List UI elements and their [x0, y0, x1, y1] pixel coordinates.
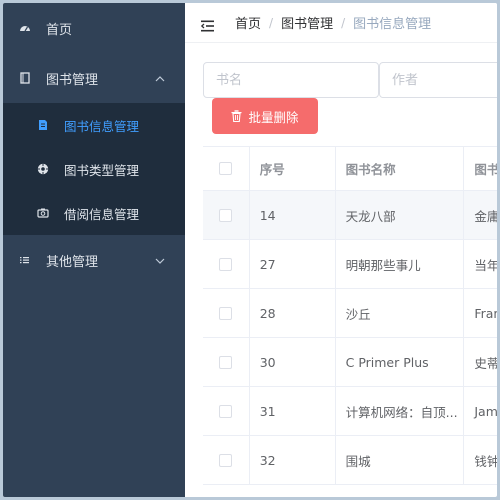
sidebar-item-label: 图书管理: [46, 72, 99, 88]
row-checkbox[interactable]: [219, 404, 233, 418]
sidebar-item-label: 其他管理: [46, 254, 99, 270]
app-window: 首页 图书管理 图书信息管理 图书类型管理 借阅信息管理 其他管理 首页 / 图…: [3, 3, 497, 497]
cell-name: 沙丘: [336, 289, 465, 337]
cell-author: 钱钟: [474, 453, 497, 469]
cell-name: 天龙八部: [336, 191, 465, 239]
sidebar-item-book-info[interactable]: 图书信息管理: [3, 103, 185, 147]
submenu-book-management: 图书信息管理 图书类型管理 借阅信息管理: [3, 103, 185, 235]
cell-author: 金庸: [474, 208, 497, 224]
sidebar-item-home[interactable]: 首页: [3, 3, 185, 53]
cell-no: 31: [250, 387, 336, 435]
table-row[interactable]: 27 明朝那些事儿 当年: [203, 240, 497, 289]
row-checkbox-cell: [203, 436, 250, 484]
cell-no: 27: [250, 240, 336, 288]
breadcrumb-current: 图书信息管理: [353, 17, 432, 32]
document-icon: [37, 119, 49, 131]
column-header-author[interactable]: 图书: [464, 147, 497, 190]
breadcrumb-separator: /: [269, 15, 274, 30]
row-checkbox[interactable]: [219, 453, 233, 467]
cell-author: 当年: [474, 257, 497, 273]
table-row[interactable]: 30 C Primer Plus 史蒂: [203, 338, 497, 387]
cell-author: Fran: [474, 305, 497, 321]
breadcrumb-book-management[interactable]: 图书管理: [281, 13, 333, 32]
sidebar-item-borrow-info[interactable]: 借阅信息管理: [3, 191, 185, 235]
cell-no: 14: [250, 191, 336, 239]
cell-no: 30: [250, 338, 336, 386]
select-all-cell: [203, 147, 250, 190]
camera-icon: [37, 207, 49, 219]
chevron-up-icon: [155, 73, 165, 83]
row-checkbox-cell: [203, 289, 250, 337]
column-header-name[interactable]: 图书名称: [336, 147, 465, 190]
table-header-row: 序号 图书名称 图书: [203, 147, 497, 191]
sidebar: 首页 图书管理 图书信息管理 图书类型管理 借阅信息管理 其他管理: [3, 3, 185, 497]
column-header-no[interactable]: 序号: [250, 147, 336, 190]
breadcrumb-separator: /: [341, 15, 346, 30]
batch-delete-label: 批量删除: [248, 109, 299, 125]
table-row[interactable]: 32 围城 钱钟: [203, 436, 497, 485]
cell-name: 围城: [336, 436, 465, 484]
trash-icon: [231, 110, 242, 123]
row-checkbox-cell: [203, 191, 250, 239]
compass-icon: [37, 163, 49, 175]
row-checkbox-cell: [203, 338, 250, 386]
cell-name: 明朝那些事儿: [336, 240, 465, 288]
table-row[interactable]: 14 天龙八部 金庸: [203, 191, 497, 240]
sidebar-item-label: 首页: [46, 22, 73, 38]
author-search-input[interactable]: [379, 62, 497, 98]
header-bar: 首页 / 图书管理 / 图书信息管理: [185, 3, 497, 43]
cell-no: 32: [250, 436, 336, 484]
sidebar-item-other-management[interactable]: 其他管理: [3, 235, 185, 285]
menu-fold-icon[interactable]: [200, 17, 215, 31]
list-icon: [19, 254, 31, 266]
book-icon: [19, 72, 31, 84]
cell-author: Jam: [474, 403, 497, 419]
sidebar-item-label: 图书信息管理: [64, 118, 140, 134]
select-all-checkbox[interactable]: [219, 162, 233, 175]
cell-no: 28: [250, 289, 336, 337]
row-checkbox[interactable]: [219, 306, 233, 320]
row-checkbox-cell: [203, 240, 250, 288]
book-name-search-input[interactable]: [203, 62, 379, 98]
table-row[interactable]: 31 计算机网络：自顶... Jam: [203, 387, 497, 436]
dashboard-icon: [19, 22, 31, 34]
row-checkbox[interactable]: [219, 257, 233, 271]
row-checkbox[interactable]: [219, 355, 233, 369]
cell-name: C Primer Plus: [336, 338, 465, 386]
sidebar-item-book-type[interactable]: 图书类型管理: [3, 147, 185, 191]
sidebar-item-book-management[interactable]: 图书管理: [3, 53, 185, 103]
cell-author: 史蒂: [474, 355, 497, 371]
sidebar-item-label: 借阅信息管理: [64, 206, 140, 222]
row-checkbox-cell: [203, 387, 250, 435]
cell-name: 计算机网络：自顶...: [336, 387, 465, 435]
book-table: 序号 图书名称 图书 14 天龙八部 金庸 27 明朝那些事儿 当年 28 沙丘…: [203, 146, 497, 485]
sidebar-item-label: 图书类型管理: [64, 162, 140, 178]
breadcrumb-home[interactable]: 首页: [235, 13, 261, 32]
table-row[interactable]: 28 沙丘 Fran: [203, 289, 497, 338]
batch-delete-button[interactable]: 批量删除: [212, 98, 318, 134]
chevron-down-icon: [155, 255, 165, 265]
row-checkbox[interactable]: [219, 208, 233, 222]
